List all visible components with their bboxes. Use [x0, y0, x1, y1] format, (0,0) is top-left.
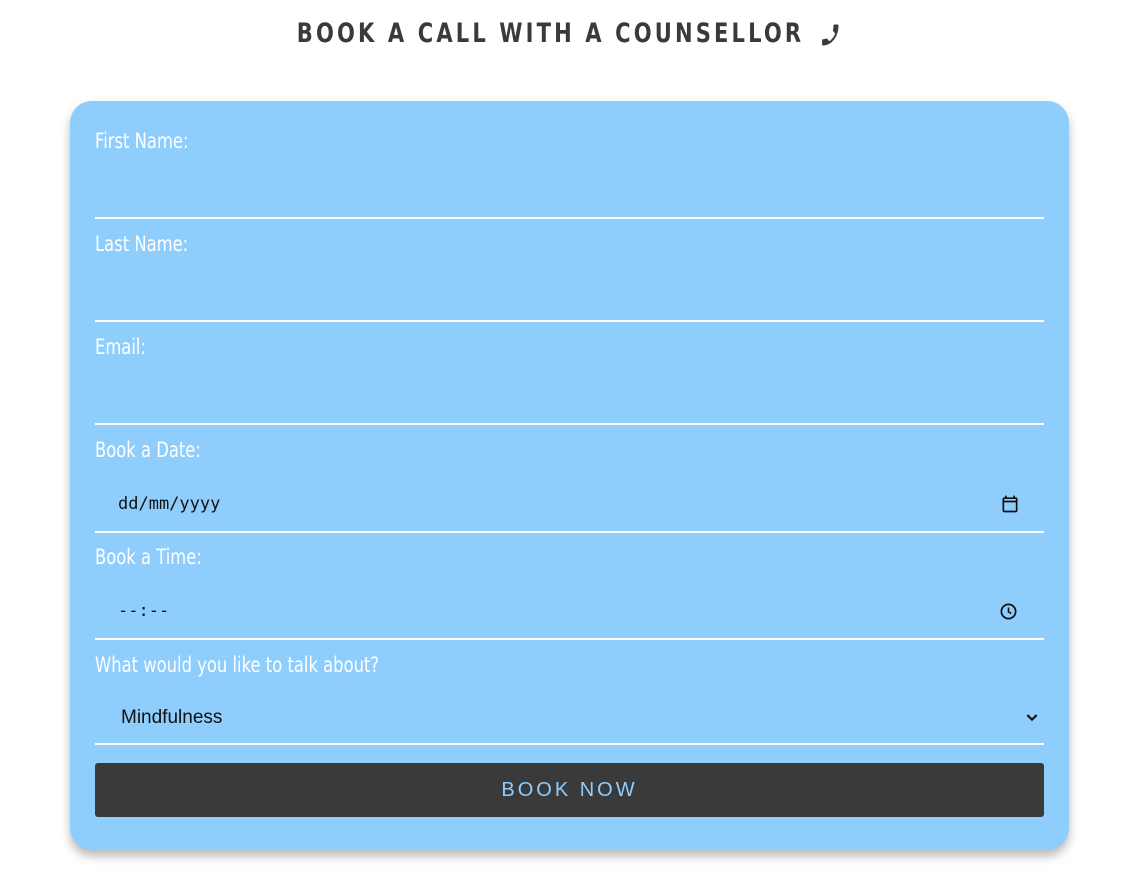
date-label: Book a Date:: [95, 438, 201, 462]
booking-form: First Name: Last Name: Email: Book a Dat…: [70, 101, 1069, 850]
time-input[interactable]: --:--: [95, 591, 1044, 631]
topic-selected-value: Mindfulness: [121, 707, 223, 728]
email-underline: [95, 423, 1044, 425]
book-now-button[interactable]: BOOK NOW: [95, 763, 1044, 817]
date-underline: [95, 531, 1044, 533]
email-label: Email:: [95, 335, 146, 359]
phone-icon: [822, 24, 839, 45]
clock-icon[interactable]: [999, 602, 1018, 621]
time-placeholder: --:--: [118, 601, 170, 621]
date-input[interactable]: dd/mm/yyyy: [95, 484, 1044, 524]
email-input[interactable]: [95, 383, 1048, 425]
first-name-underline: [95, 217, 1044, 219]
page-title: BOOK A CALL WITH A COUNSELLOR: [125, 18, 1013, 49]
page-title-text: BOOK A CALL WITH A COUNSELLOR: [296, 18, 805, 49]
time-underline: [95, 638, 1044, 640]
chevron-down-icon[interactable]: [1024, 709, 1040, 725]
last-name-input[interactable]: [95, 280, 1048, 322]
topic-underline: [95, 743, 1044, 745]
first-name-label: First Name:: [95, 129, 189, 153]
last-name-label: Last Name:: [95, 232, 189, 256]
last-name-underline: [95, 320, 1044, 322]
topic-label: What would you like to talk about?: [95, 653, 380, 677]
calendar-icon[interactable]: [1000, 494, 1020, 514]
first-name-input[interactable]: [95, 177, 1048, 219]
date-placeholder: dd/mm/yyyy: [118, 494, 221, 514]
topic-select[interactable]: Mindfulness: [95, 698, 1044, 738]
time-label: Book a Time:: [95, 545, 202, 569]
